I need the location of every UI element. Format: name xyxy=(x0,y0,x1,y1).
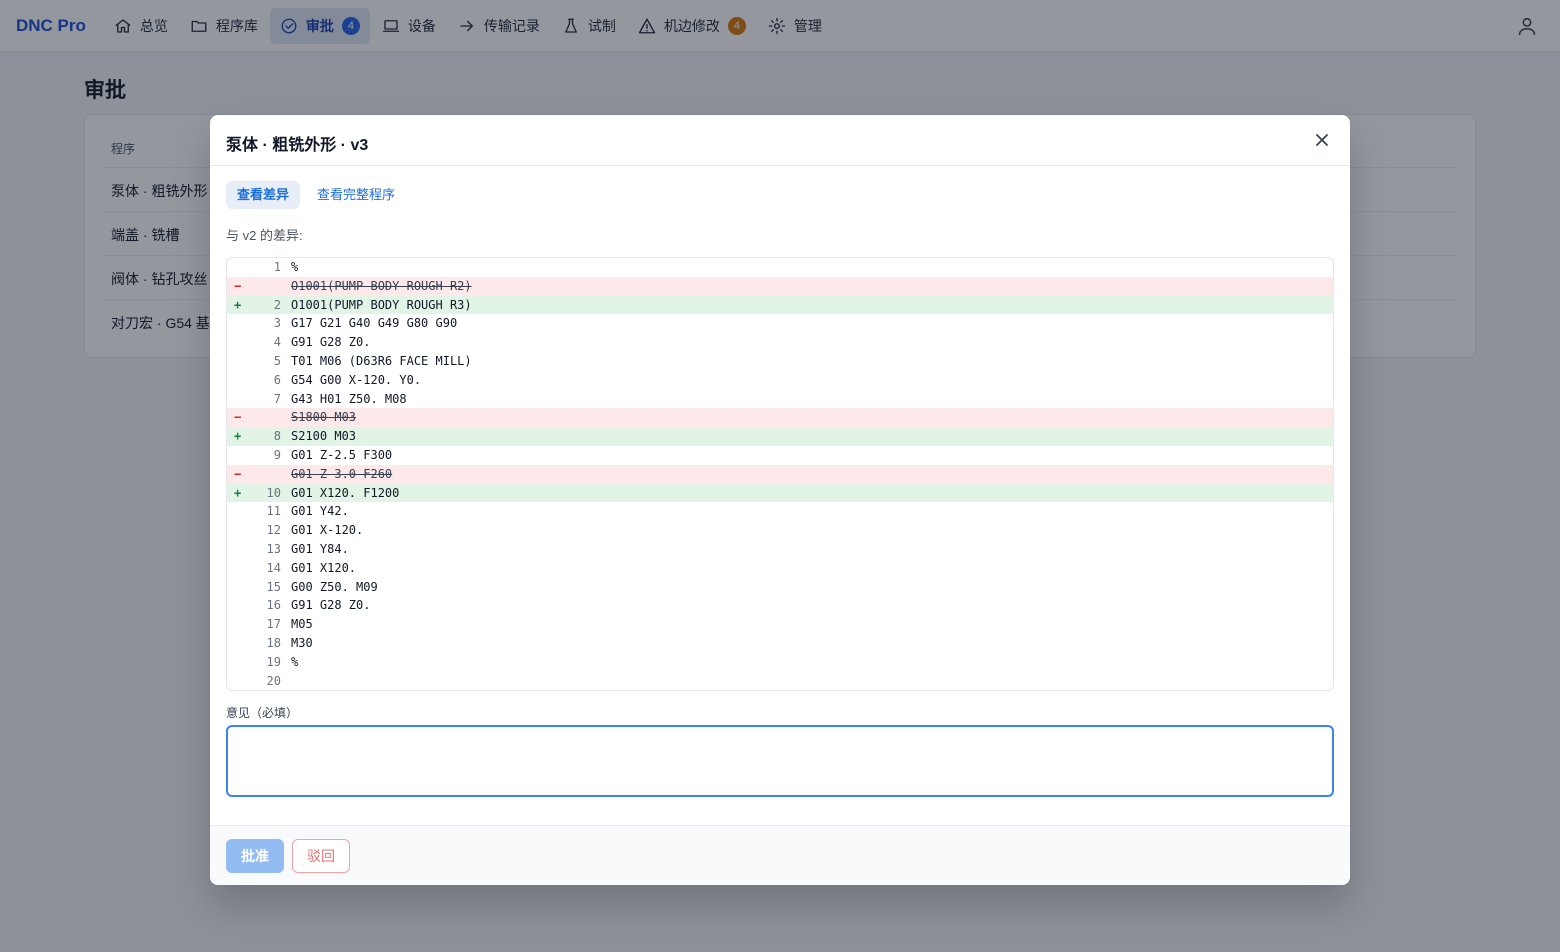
diff-view[interactable]: 1% − O1001(PUMP BODY ROUGH R2) +2 O1001(PUMP… xyxy=(226,257,1334,691)
diff-line: 3 G17 G21 G40 G49 G80 G90 xyxy=(227,314,1333,333)
line-number: 12 xyxy=(266,523,281,538)
comment-label: 意见（必填） xyxy=(226,706,299,720)
diff-line: 16 G91 G28 Z0. xyxy=(227,596,1333,615)
tab-view-full-program[interactable]: 查看完整程序 xyxy=(306,181,406,209)
diff-line: 7 G43 H01 Z50. M08 xyxy=(227,390,1333,409)
diff-line-removed: − G01 Z-3.0 F260 xyxy=(227,464,1333,484)
line-number: 13 xyxy=(266,542,281,556)
line-number: 7 xyxy=(273,391,281,406)
dialog-title: 泵体 · 粗铣外形 · v3 xyxy=(226,137,369,154)
code-text: G01 Y84. xyxy=(291,542,349,556)
diff-line-removed: − O1001(PUMP BODY ROUGH R2) xyxy=(227,276,1333,296)
line-number: 10 xyxy=(266,485,281,500)
line-number: 11 xyxy=(266,504,281,519)
line-number: 18 xyxy=(266,636,281,650)
approval-review-dialog: 泵体 · 粗铣外形 · v3 查看差异 查看完整程序 与 v2 的差异: 1% −… xyxy=(210,115,1350,885)
diff-line: 1% xyxy=(227,258,1333,277)
line-number: 6 xyxy=(273,372,281,387)
line-number: 9 xyxy=(273,448,281,462)
diff-line: 19% xyxy=(227,653,1333,672)
diff-marker: − xyxy=(234,466,242,481)
reject-button[interactable]: 驳回 xyxy=(292,839,350,873)
diff-line: 15 G00 Z50. M09 xyxy=(227,578,1333,597)
code-text: O1001(PUMP BODY ROUGH R2) xyxy=(291,278,472,293)
code-text: G01 X120. xyxy=(291,560,357,575)
line-number: 2 xyxy=(273,297,281,312)
close-icon xyxy=(1316,134,1328,146)
code-text: G91 G28 Z0. xyxy=(291,335,371,350)
code-text: G17 G21 G40 G49 G80 G90 xyxy=(291,316,458,331)
line-number: 20 xyxy=(266,673,281,688)
code-text: T01 M06 (D63R6 FACE MILL) xyxy=(291,354,472,368)
code-text: G01 Y42. xyxy=(291,504,349,519)
approve-button[interactable]: 批准 xyxy=(226,839,284,873)
diff-line: 12 G01 X-120. xyxy=(227,521,1333,540)
line-number: 16 xyxy=(266,598,281,613)
code-text: G01 Z-2.5 F300 xyxy=(291,448,393,462)
dialog-footer: 批准 驳回 xyxy=(210,825,1350,885)
diff-line: 18 M30 xyxy=(227,634,1333,653)
code-text: G01 X-120. xyxy=(291,523,364,538)
code-text: G91 G28 Z0. xyxy=(291,598,371,613)
line-number: 15 xyxy=(266,579,281,594)
diff-line: 20 xyxy=(227,672,1333,690)
line-number: 17 xyxy=(266,617,281,632)
diff-line: 14 G01 X120. xyxy=(227,559,1333,578)
diff-line: 6 G54 G00 X-120. Y0. xyxy=(227,371,1333,390)
diff-line-added: +2 O1001(PUMP BODY ROUGH R3) xyxy=(227,295,1333,315)
close-button[interactable] xyxy=(1312,130,1332,150)
code-text: G01 X120. F1200 xyxy=(291,485,400,500)
line-number: 3 xyxy=(273,316,281,331)
diff-marker: − xyxy=(234,410,242,425)
code-text: G00 Z50. M09 xyxy=(291,579,378,594)
line-number: 19 xyxy=(266,654,281,669)
code-text: % xyxy=(291,260,299,274)
diff-line: 13 G01 Y84. xyxy=(227,540,1333,559)
diff-marker: − xyxy=(234,278,242,293)
view-tabs: 查看差异 查看完整程序 xyxy=(226,181,412,209)
diff-marker: + xyxy=(234,297,242,312)
diff-line: 4 G91 G28 Z0. xyxy=(227,333,1333,352)
code-text: % xyxy=(291,654,299,669)
line-number: 5 xyxy=(273,354,281,368)
dialog-header: 泵体 · 粗铣外形 · v3 xyxy=(210,115,1350,166)
diff-line: 5 T01 M06 (D63R6 FACE MILL) xyxy=(227,352,1333,371)
line-number: 8 xyxy=(273,429,281,444)
line-number: 14 xyxy=(266,560,281,575)
code-text: G54 G00 X-120. Y0. xyxy=(291,372,422,387)
code-text: O1001(PUMP BODY ROUGH R3) xyxy=(291,297,472,312)
diff-line-added: +8 S2100 M03 xyxy=(227,427,1333,446)
diff-line-removed: − S1800 M03 xyxy=(227,408,1333,428)
code-text: G43 H01 Z50. M08 xyxy=(291,391,407,406)
line-number: 1 xyxy=(273,260,281,274)
code-text: S2100 M03 xyxy=(291,429,357,444)
diff-line: 11 G01 Y42. xyxy=(227,502,1333,521)
comment-input[interactable] xyxy=(226,725,1334,797)
diff-marker: + xyxy=(234,485,242,500)
code-text: S1800 M03 xyxy=(291,410,357,425)
code-text: M30 xyxy=(291,636,313,650)
diff-line-added: +10 G01 X120. F1200 xyxy=(227,483,1333,503)
diff-marker: + xyxy=(234,429,242,444)
tab-view-diff[interactable]: 查看差异 xyxy=(226,181,301,209)
line-number: 4 xyxy=(273,335,281,350)
code-text: M05 xyxy=(291,617,313,632)
code-text: G01 Z-3.0 F260 xyxy=(291,466,393,481)
diff-caption: 与 v2 的差异: xyxy=(226,228,303,243)
diff-line: 9 G01 Z-2.5 F300 xyxy=(227,446,1333,465)
diff-line: 17 M05 xyxy=(227,615,1333,634)
